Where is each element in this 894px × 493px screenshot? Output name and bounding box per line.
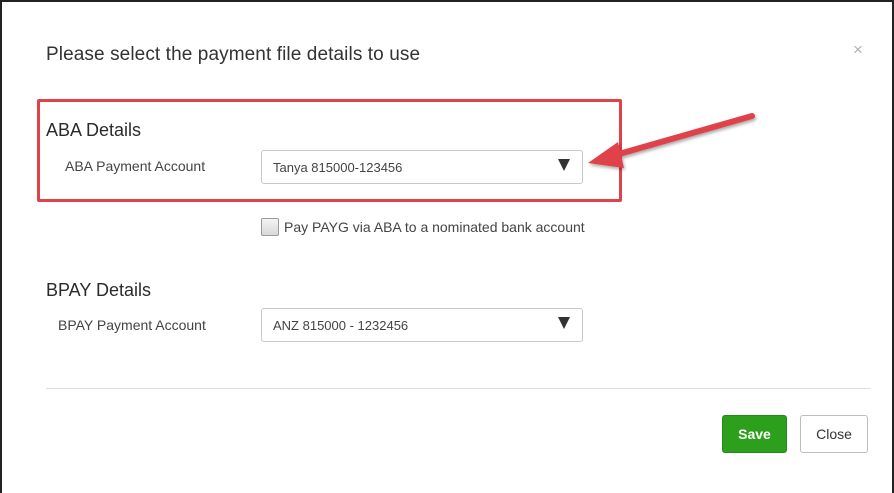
aba-section-title: ABA Details bbox=[46, 120, 142, 140]
dialog-window: Please select the payment file details t… bbox=[0, 0, 894, 493]
footer-divider bbox=[46, 388, 871, 389]
payg-checkbox[interactable] bbox=[261, 218, 279, 236]
dialog-title: Please select the payment file details t… bbox=[46, 44, 421, 65]
aba-selected-value: Tanya 815000-123456 bbox=[273, 160, 403, 175]
bpay-payment-account-select[interactable]: ANZ 815000 - 1232456 bbox=[261, 308, 583, 342]
close-button[interactable]: Close bbox=[800, 415, 868, 453]
aba-payment-account-select[interactable]: Tanya 815000-123456 bbox=[261, 150, 583, 184]
chevron-down-icon bbox=[558, 317, 570, 329]
close-icon[interactable]: × bbox=[853, 40, 863, 60]
chevron-down-icon bbox=[558, 159, 570, 171]
red-arrow-icon bbox=[588, 113, 755, 168]
bpay-selected-value: ANZ 815000 - 1232456 bbox=[273, 318, 409, 333]
aba-payment-account-label: ABA Payment Account bbox=[65, 158, 206, 174]
payg-checkbox-label: Pay PAYG via ABA to a nominated bank acc… bbox=[284, 219, 585, 235]
bpay-payment-account-label: BPAY Payment Account bbox=[58, 317, 206, 333]
save-button[interactable]: Save bbox=[722, 415, 787, 453]
bpay-section-title: BPAY Details bbox=[46, 280, 152, 300]
